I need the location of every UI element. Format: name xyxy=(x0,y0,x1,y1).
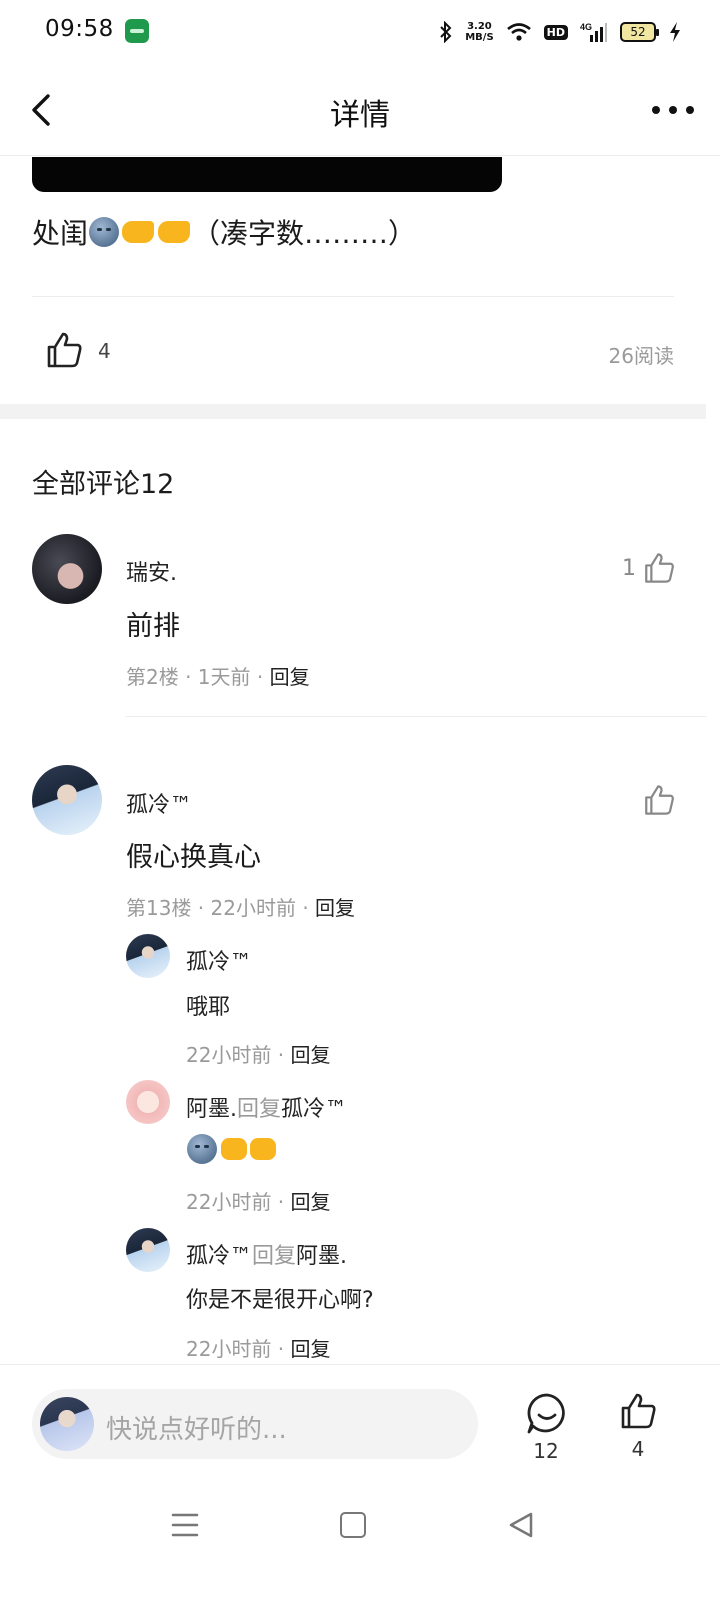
battery-icon: 52 xyxy=(620,22,659,42)
avatar[interactable] xyxy=(126,1080,170,1124)
bottom-action-bar: 快说点好听的... 12 4 xyxy=(0,1364,720,1476)
reply-time: 22小时前 · xyxy=(186,1190,291,1214)
reply-author-name[interactable]: 孤冷™ xyxy=(186,950,252,975)
comment-meta: 第13楼 · 22小时前 · 回复 xyxy=(126,892,355,921)
comment-like-count: 1 xyxy=(622,556,636,581)
section-separator xyxy=(0,404,706,419)
reply-button[interactable]: 回复 xyxy=(291,1043,331,1067)
divider xyxy=(126,716,706,717)
reply-emoji-text xyxy=(186,1134,276,1164)
post-text: 处闺 （凑字数………） xyxy=(32,212,416,252)
moon-face-emoji-icon xyxy=(187,1134,217,1164)
reply-author: 阿墨.回复孤冷™ xyxy=(186,1091,347,1123)
reply-button[interactable]: 回复 xyxy=(270,665,310,689)
comment-author[interactable]: 瑞安. xyxy=(126,555,177,587)
status-time: 09:58 xyxy=(45,16,114,42)
comment-author[interactable]: 孤冷™ xyxy=(126,787,192,819)
status-icons: 3.20 MB/S HD 4G 52 xyxy=(439,14,682,50)
reply-text: 你是不是很开心啊? xyxy=(186,1288,374,1313)
network-speed: 3.20 MB/S xyxy=(465,21,494,43)
hd-icon: HD xyxy=(543,24,568,40)
avatar[interactable] xyxy=(32,765,102,835)
reply-time: 22小时前 · xyxy=(186,1337,291,1361)
comment-text: 假心换真心 xyxy=(126,842,261,873)
charging-icon xyxy=(670,22,680,42)
comment-meta: 第2楼 · 1天前 · 回复 xyxy=(126,661,310,690)
app-notification-icon xyxy=(125,19,149,43)
read-count: 26阅读 xyxy=(608,344,674,368)
reply-to-label: 回复 xyxy=(252,1244,297,1269)
reply-author-name[interactable]: 阿墨. xyxy=(186,1097,237,1122)
reply-meta: 22小时前 · 回复 xyxy=(186,1186,331,1215)
reply-author: 孤冷™回复阿墨. xyxy=(186,1238,347,1270)
reply-meta: 22小时前 · 回复 xyxy=(186,1039,331,1068)
signal-icon: 4G xyxy=(580,22,607,42)
avatar[interactable] xyxy=(126,1228,170,1272)
comment-count: 12 xyxy=(533,1439,559,1463)
moon-face-emoji-icon xyxy=(89,217,120,247)
comment-text: 前排 xyxy=(126,611,180,642)
my-avatar xyxy=(40,1397,94,1451)
pointing-left-emoji-icon xyxy=(158,221,191,243)
avatar[interactable] xyxy=(126,934,170,978)
reply-author[interactable]: 孤冷™ xyxy=(186,944,252,976)
fist-emoji-icon xyxy=(221,1138,247,1160)
comment-input-placeholder[interactable]: 快说点好听的... xyxy=(106,1409,287,1446)
reply-meta: 22小时前 · 回复 xyxy=(186,1333,331,1362)
comment-input[interactable]: 快说点好听的... xyxy=(32,1389,478,1459)
back-triangle-icon[interactable] xyxy=(506,1510,536,1540)
more-dots-icon[interactable] xyxy=(650,96,696,124)
divider xyxy=(32,296,674,297)
status-bar: 09:58 3.20 MB/S HD 4G 52 xyxy=(0,0,720,64)
page-title: 详情 xyxy=(330,98,390,133)
post-like-count: 4 xyxy=(98,339,111,363)
reply-button[interactable]: 回复 xyxy=(291,1190,331,1214)
comment-floor-time: 第2楼 · 1天前 · xyxy=(126,665,270,689)
thumbs-up-icon[interactable] xyxy=(44,330,84,370)
avatar[interactable] xyxy=(32,534,102,604)
reply-button[interactable]: 回复 xyxy=(291,1337,331,1361)
comment-floor-time: 第13楼 · 22小时前 · xyxy=(126,896,316,920)
home-square-icon[interactable] xyxy=(340,1512,366,1538)
top-navigation: 详情 xyxy=(0,64,720,156)
wifi-icon xyxy=(506,23,531,41)
reply-text: 哦耶 xyxy=(186,995,231,1020)
reply-time: 22小时前 · xyxy=(186,1043,291,1067)
reply-target-name[interactable]: 阿墨. xyxy=(296,1244,347,1269)
comments-title: 全部评论12 xyxy=(32,469,175,500)
thumbs-up-icon[interactable] xyxy=(642,783,676,817)
comment-bubble-icon[interactable] xyxy=(524,1391,570,1437)
reply-button[interactable]: 回复 xyxy=(315,896,355,920)
post-text-prefix: 处闺 xyxy=(32,217,89,250)
post-text-suffix: （凑字数………） xyxy=(192,217,417,250)
bluetooth-icon xyxy=(440,21,452,43)
menu-icon[interactable] xyxy=(170,1512,200,1538)
thumbs-up-icon[interactable] xyxy=(618,1391,658,1431)
reply-to-label: 回复 xyxy=(237,1097,282,1122)
pointing-right-emoji-icon xyxy=(122,221,155,243)
thumbs-up-icon[interactable] xyxy=(642,551,676,585)
system-navigation-bar xyxy=(0,1476,720,1600)
like-count: 4 xyxy=(631,1437,645,1461)
fist-emoji-icon xyxy=(250,1138,276,1160)
reply-author-name[interactable]: 孤冷™ xyxy=(186,1244,252,1269)
signal-label: 4G xyxy=(580,22,592,32)
reply-target-name[interactable]: 孤冷™ xyxy=(281,1097,347,1122)
post-image-tail xyxy=(32,157,502,192)
